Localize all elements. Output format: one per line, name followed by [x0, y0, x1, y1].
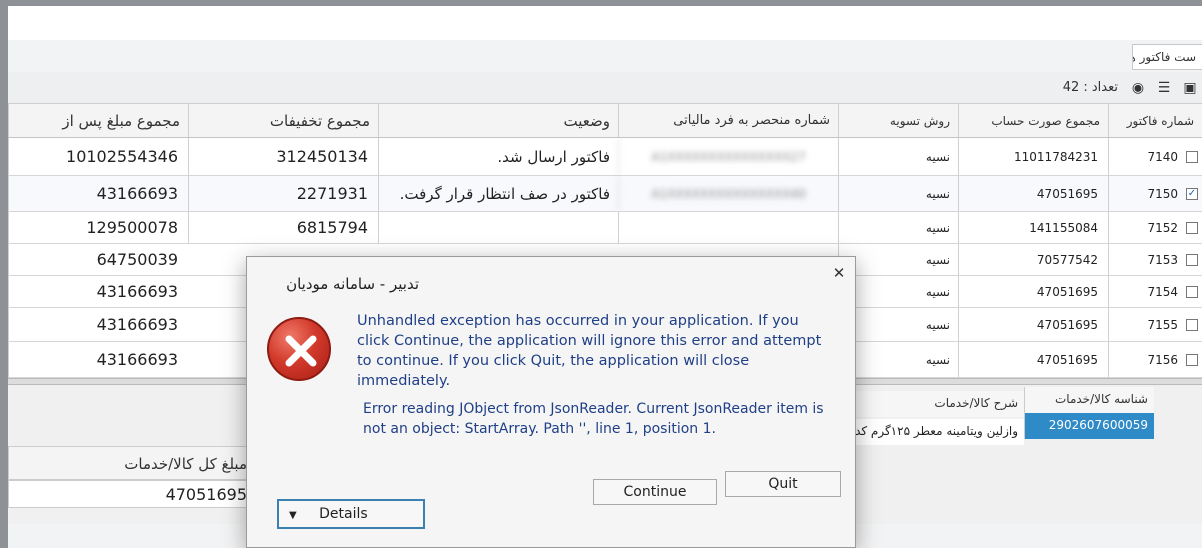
cell-after-discount: 64750039 [8, 244, 188, 275]
goods-id-cell[interactable]: 2902607600059 [1024, 413, 1154, 439]
cell-settlement: نسیه [838, 176, 958, 211]
cell-discounts: 2271931 [188, 176, 378, 211]
cell-discounts: 6815794 [188, 212, 378, 243]
cell-invoice-no: 7153 [1108, 244, 1202, 275]
cell-discounts: 312450134 [188, 138, 378, 175]
col-invoice-no[interactable]: شماره فاکتور [1108, 104, 1202, 137]
cell-status: فاکتور ارسال شد. [378, 138, 618, 175]
goods-desc-cell[interactable]: وازلین ویتامینه معطر ۱۲۵گرم کد [844, 419, 1024, 445]
cell-settlement: نسیه [838, 276, 958, 307]
cell-invoice-no: 7154 [1108, 276, 1202, 307]
cell-invoice-total: 47051695 [958, 276, 1108, 307]
cell-invoice-no: 7156 [1108, 342, 1202, 377]
cell-invoice-total: 70577542 [958, 244, 1108, 275]
cell-after-discount: 43166693 [8, 276, 188, 307]
cell-tax-id [618, 212, 838, 243]
cell-tax-id: A1XXXXXXXXXXXXXXX40 [618, 176, 838, 211]
table-row[interactable]: 7150 ✓ 47051695 نسیه A1XXXXXXXXXXXXXXX40 … [8, 176, 1202, 212]
dialog-title: تدبیر - سامانه مودیان [286, 275, 419, 293]
cell-settlement: نسیه [838, 138, 958, 175]
cell-status [378, 212, 618, 243]
cell-after-discount: 43166693 [8, 308, 188, 341]
details-label: Details [319, 506, 368, 522]
cell-after-discount: 129500078 [8, 212, 188, 243]
cell-settlement: نسیه [838, 212, 958, 243]
col-goods-total[interactable]: مبلغ کل کالا/خدمات [8, 446, 258, 480]
cell-status: فاکتور در صف انتظار قرار گرفت. [378, 176, 618, 211]
cell-invoice-total: 11011784231 [958, 138, 1108, 175]
cell-after-discount: 43166693 [8, 176, 188, 211]
title-strip [8, 6, 1202, 40]
record-count: تعداد : 42 [1062, 80, 1118, 95]
row-checkbox[interactable] [1186, 285, 1198, 298]
cell-settlement: نسیه [838, 244, 958, 275]
cell-invoice-total: 47051695 [958, 308, 1108, 341]
cell-settlement: نسیه [838, 308, 958, 341]
close-icon[interactable]: ✕ [831, 265, 847, 281]
toolbar: ▣ ☰ ◉ تعداد : 42 [8, 72, 1202, 104]
col-goods-id[interactable]: شناسه کالا/خدمات [1024, 387, 1154, 413]
quit-button[interactable]: Quit [725, 471, 841, 497]
cell-after-discount: 43166693 [8, 342, 188, 377]
col-tax-id[interactable]: شماره منحصر به فرد مالیاتی [618, 104, 838, 137]
cell-after-discount: 10102554346 [8, 138, 188, 175]
chevron-down-icon: ▼ [289, 510, 297, 521]
col-invoice-total[interactable]: مجموع صورت حساب [958, 104, 1108, 137]
col-after-discount[interactable]: مجموع مبلغ پس از [8, 104, 188, 137]
col-discounts[interactable]: مجموع تخفیفات [188, 104, 378, 137]
table-row[interactable]: 7140 11011784231 نسیه A1XXXXXXXXXXXXXXX2… [8, 138, 1202, 176]
row-checkbox[interactable] [1186, 353, 1198, 366]
cell-invoice-no: 7150 ✓ [1108, 176, 1202, 211]
tab-invoice-list[interactable]: ست فاکتور ها [1132, 44, 1202, 70]
continue-button[interactable]: Continue [593, 479, 717, 505]
row-checkbox[interactable] [1186, 221, 1198, 234]
table-row[interactable]: 7152 141155084 نسیه 6815794 129500078 [8, 212, 1202, 244]
col-goods-desc[interactable]: شرح کالا/خدمات [844, 391, 1024, 417]
cell-invoice-total: 47051695 [958, 342, 1108, 377]
cell-invoice-no: 7155 [1108, 308, 1202, 341]
details-button[interactable]: ▼ Details [277, 499, 425, 529]
view-icon[interactable]: ◉ [1130, 80, 1146, 96]
row-checkbox-checked[interactable]: ✓ [1186, 187, 1198, 200]
col-settlement[interactable]: روش تسویه [838, 104, 958, 137]
col-status[interactable]: وضعیت [378, 104, 618, 137]
columns-icon[interactable]: ☰ [1156, 80, 1172, 96]
export-icon[interactable]: ▣ [1182, 80, 1198, 96]
goods-total-value: 47051695 [8, 480, 258, 508]
cell-settlement: نسیه [838, 342, 958, 377]
error-message: Unhandled exception has occurred in your… [357, 313, 822, 389]
cell-invoice-no: 7140 [1108, 138, 1202, 175]
row-checkbox[interactable] [1186, 253, 1198, 266]
cell-tax-id: A1XXXXXXXXXXXXXXX27 [618, 138, 838, 175]
cell-invoice-total: 141155084 [958, 212, 1108, 243]
error-detail: Error reading JObject from JsonReader. C… [363, 401, 824, 437]
row-checkbox[interactable] [1186, 318, 1198, 331]
error-dialog: تدبیر - سامانه مودیان ✕ Unhandled except… [246, 256, 856, 548]
grid-header: شماره فاکتور مجموع صورت حساب روش تسویه ش… [8, 104, 1202, 138]
error-icon [267, 317, 331, 381]
cell-invoice-total: 47051695 [958, 176, 1108, 211]
row-checkbox[interactable] [1186, 150, 1198, 163]
cell-invoice-no: 7152 [1108, 212, 1202, 243]
